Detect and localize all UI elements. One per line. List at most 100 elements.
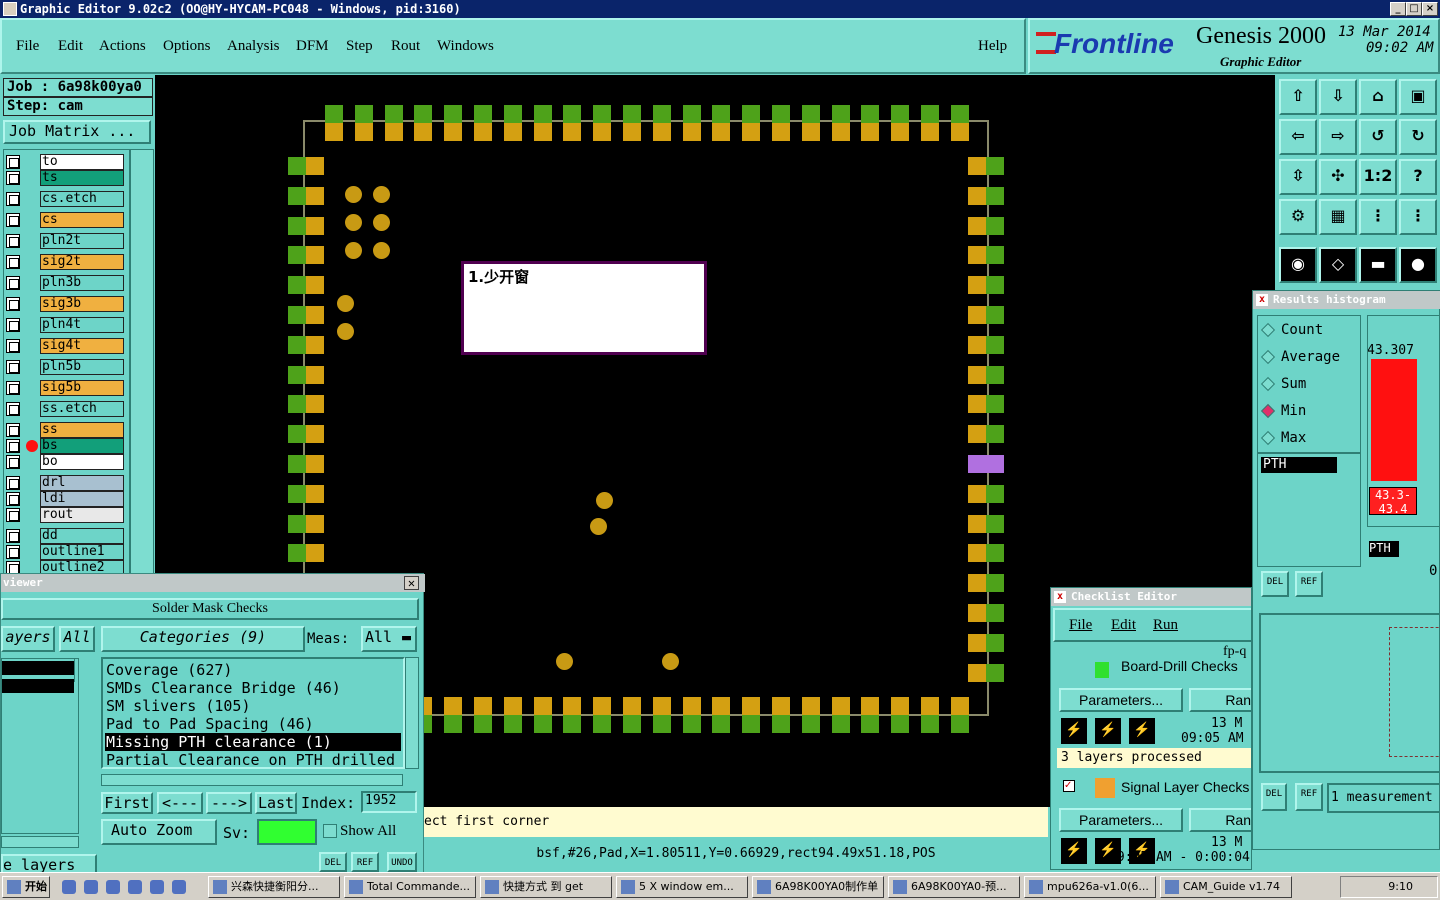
layers-hscrollbar[interactable] bbox=[1, 836, 79, 848]
categories-tab[interactable]: Categories (9) bbox=[101, 626, 305, 652]
menu-edit[interactable]: Edit bbox=[58, 38, 83, 55]
category-scrollbar[interactable] bbox=[405, 657, 419, 769]
histogram-filter2[interactable]: PTH bbox=[1369, 541, 1399, 557]
ref-button[interactable]: REF bbox=[351, 852, 379, 872]
check-2-name[interactable]: Signal Layer Checks bbox=[1121, 779, 1249, 795]
record-icon[interactable]: ◉ bbox=[1279, 247, 1317, 283]
menu-dfm[interactable]: DFM bbox=[296, 38, 329, 55]
layer-checkbox[interactable] bbox=[6, 439, 20, 453]
menu-file[interactable]: File bbox=[16, 38, 39, 55]
category-item[interactable]: SMDs Clearance Bridge (46) bbox=[105, 679, 401, 697]
layer-row[interactable]: sig4t bbox=[6, 338, 126, 354]
layer-name[interactable]: sig3b bbox=[40, 296, 124, 312]
next-button[interactable]: ---> bbox=[206, 792, 252, 814]
quicklaunch-icon[interactable] bbox=[172, 880, 186, 894]
pan-right-icon[interactable]: ⇨ bbox=[1319, 119, 1357, 155]
histogram-bar[interactable] bbox=[1371, 359, 1417, 481]
category-item[interactable]: SM slivers (105) bbox=[105, 697, 401, 715]
layer-checkbox[interactable] bbox=[6, 192, 20, 206]
layer-name[interactable]: ldi bbox=[40, 491, 124, 507]
layer-checkbox[interactable] bbox=[6, 492, 20, 506]
auto-zoom-select[interactable]: Auto Zoom bbox=[101, 819, 217, 845]
histogram-option[interactable]: Sum bbox=[1260, 376, 1306, 392]
menu-windows[interactable]: Windows bbox=[437, 38, 494, 55]
layer-row[interactable]: bo bbox=[6, 454, 126, 470]
layer-name[interactable]: cs bbox=[40, 212, 124, 228]
close-icon[interactable]: x bbox=[1256, 294, 1268, 306]
category-item[interactable]: Missing PTH clearance (1) bbox=[105, 733, 401, 751]
zoom-home-icon[interactable]: ⇧ bbox=[1279, 79, 1317, 115]
run-icon[interactable]: ⚡ bbox=[1095, 718, 1121, 744]
home-icon[interactable]: ⌂ bbox=[1359, 79, 1397, 115]
pan-left-icon[interactable]: ⇦ bbox=[1279, 119, 1317, 155]
histogram-option[interactable]: Max bbox=[1260, 430, 1306, 446]
layer-checkbox[interactable] bbox=[6, 297, 20, 311]
shape-icon[interactable]: ◇ bbox=[1319, 247, 1357, 283]
layer-row[interactable]: bs bbox=[6, 438, 126, 454]
layer-row[interactable]: pln4t bbox=[6, 317, 126, 333]
help-icon[interactable]: ? bbox=[1399, 159, 1437, 195]
check-2-checkbox[interactable]: ✓ bbox=[1063, 780, 1075, 792]
tools-icon[interactable]: ⚙ bbox=[1279, 199, 1317, 235]
minimize-button[interactable]: _ bbox=[1390, 2, 1406, 16]
layer-checkbox[interactable] bbox=[6, 234, 20, 248]
layer-name[interactable]: dd bbox=[40, 528, 124, 544]
run-button-2[interactable]: Ran bbox=[1189, 808, 1251, 832]
menu-rout[interactable]: Rout bbox=[391, 38, 420, 55]
menu-options[interactable]: Options bbox=[163, 38, 211, 55]
meas-select[interactable]: All ▬ bbox=[361, 626, 417, 652]
layer-checkbox[interactable] bbox=[6, 213, 20, 227]
taskbar-item[interactable]: 兴森快捷衡阳分... bbox=[208, 876, 340, 898]
run-icon[interactable]: ⚡ bbox=[1129, 718, 1155, 744]
layer-checkbox[interactable] bbox=[6, 255, 20, 269]
maximize-button[interactable]: □ bbox=[1406, 2, 1422, 16]
layer-name[interactable]: to bbox=[40, 154, 124, 170]
run-icon[interactable]: ⚡ bbox=[1061, 718, 1087, 744]
hist-ref-button[interactable]: REF bbox=[1295, 571, 1323, 597]
layer-checkbox[interactable] bbox=[6, 276, 20, 290]
layer-row[interactable]: cs bbox=[6, 212, 126, 228]
viewer-close-button[interactable]: ✕ bbox=[404, 576, 419, 590]
category-item[interactable]: Pad to Pad Spacing (46) bbox=[105, 715, 401, 733]
layer-row[interactable]: dd bbox=[6, 528, 126, 544]
layer-checkbox[interactable] bbox=[6, 476, 20, 490]
layer-checkbox[interactable] bbox=[6, 155, 20, 169]
category-hscrollbar[interactable] bbox=[101, 774, 403, 786]
close-icon[interactable]: x bbox=[1054, 591, 1066, 603]
layer-name[interactable]: sig4t bbox=[40, 338, 124, 354]
layer-checkbox[interactable] bbox=[6, 402, 20, 416]
taskbar-item[interactable]: mpu626a-v1.0(6... bbox=[1024, 876, 1156, 898]
layer-row[interactable]: sig5b bbox=[6, 380, 126, 396]
taskbar-item[interactable]: CAM_Guide v1.74 bbox=[1160, 876, 1292, 898]
layer-checkbox[interactable] bbox=[6, 171, 20, 185]
taskbar-item[interactable]: 6A98K00YA0制作单 bbox=[752, 876, 884, 898]
checklist-menu-edit[interactable]: Edit bbox=[1111, 617, 1136, 634]
layer-row[interactable]: sig3b bbox=[6, 296, 126, 312]
taskbar-item[interactable]: 5 X window em... bbox=[616, 876, 748, 898]
histogram-option[interactable]: Min bbox=[1260, 403, 1306, 419]
del-button[interactable]: DEL bbox=[319, 852, 347, 872]
last-button[interactable]: Last bbox=[255, 792, 297, 814]
layer-checkbox[interactable] bbox=[6, 381, 20, 395]
hist-del-button[interactable]: DEL bbox=[1261, 571, 1289, 597]
fit-icon[interactable]: ⇳ bbox=[1279, 159, 1317, 195]
layer-name[interactable]: sig5b bbox=[40, 380, 124, 396]
layer-checkbox[interactable] bbox=[6, 455, 20, 469]
layer-name[interactable]: ss bbox=[40, 422, 124, 438]
layer-row[interactable]: outline1 bbox=[6, 544, 126, 560]
parameters-button-1[interactable]: Parameters... bbox=[1059, 688, 1183, 712]
parameters-button-2[interactable]: Parameters... bbox=[1059, 808, 1183, 832]
layer-row[interactable]: drl bbox=[6, 475, 126, 491]
quicklaunch-icon[interactable] bbox=[84, 880, 98, 894]
layer-row[interactable]: pln3b bbox=[6, 275, 126, 291]
layers-tab[interactable]: ayers bbox=[1, 626, 55, 652]
layer-row[interactable]: to bbox=[6, 154, 126, 170]
layer-name[interactable]: rout bbox=[40, 507, 124, 523]
snap-icon[interactable]: ⋮ bbox=[1399, 199, 1437, 235]
layer-checkbox[interactable] bbox=[6, 423, 20, 437]
meas-ref-button[interactable]: REF bbox=[1295, 783, 1323, 811]
rotate-icon[interactable]: ↺ bbox=[1359, 119, 1397, 155]
layer-row[interactable]: pln5b bbox=[6, 359, 126, 375]
layer-checkbox[interactable] bbox=[6, 529, 20, 543]
layer-name[interactable]: pln2t bbox=[40, 233, 124, 249]
